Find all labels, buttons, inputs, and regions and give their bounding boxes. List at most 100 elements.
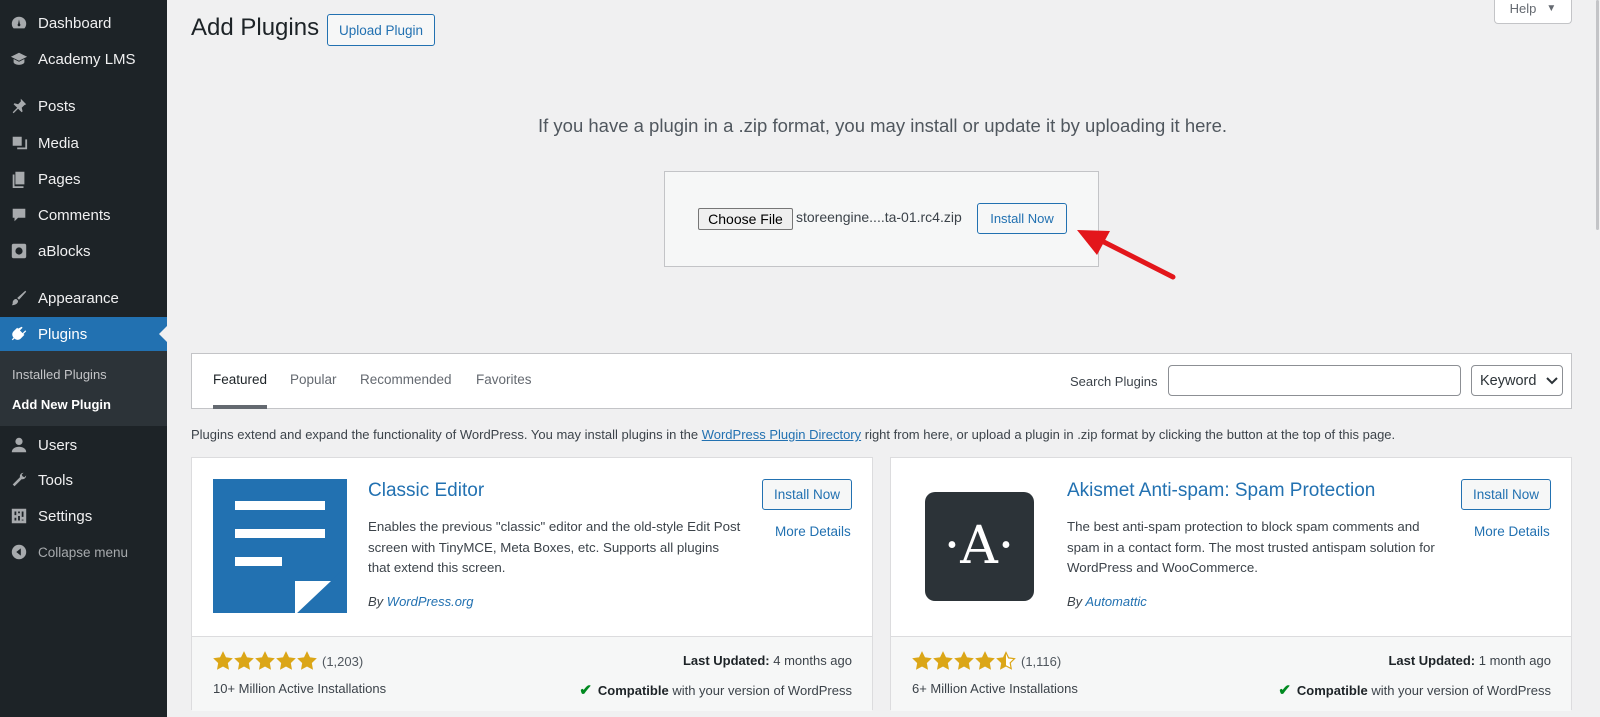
submenu-add-new-plugin[interactable]: Add New Plugin xyxy=(12,397,111,412)
star-full-icon xyxy=(234,651,254,670)
active-installs: 6+ Million Active Installations xyxy=(912,681,1078,696)
compatible-text: with your version of WordPress xyxy=(1367,682,1551,698)
plugin-card-akismet: ·A· Akismet Anti-spam: Spam Protection T… xyxy=(890,457,1572,711)
compatibility: ✔ Compatible with your version of WordPre… xyxy=(579,681,852,699)
user-icon xyxy=(9,435,29,455)
comment-icon xyxy=(9,205,29,225)
star-full-icon xyxy=(297,651,317,670)
classic-editor-logo xyxy=(213,479,347,613)
star-half-icon xyxy=(996,651,1016,670)
page-title: Add Plugins xyxy=(191,14,320,41)
checkmark-icon: ✔ xyxy=(1278,682,1291,699)
menu-dashboard[interactable]: Dashboard xyxy=(0,6,167,40)
star-rating: (1,116) xyxy=(912,651,1061,671)
install-now-button[interactable]: Install Now xyxy=(977,203,1067,234)
menu-label: Users xyxy=(38,436,78,454)
submenu-installed-plugins[interactable]: Installed Plugins xyxy=(12,367,107,382)
menu-label: Collapse menu xyxy=(38,544,129,560)
menu-comments[interactable]: Comments xyxy=(0,198,167,232)
plugin-card-footer: (1,116) 6+ Million Active Installations … xyxy=(891,636,1571,711)
tab-favorites[interactable]: Favorites xyxy=(476,372,532,387)
menu-ablocks[interactable]: aBlocks xyxy=(0,234,167,268)
upload-form: Choose File storeengine....ta-01.rc4.zip… xyxy=(664,171,1099,267)
active-installs: 10+ Million Active Installations xyxy=(213,681,387,696)
star-full-icon xyxy=(933,651,953,670)
scrollbar-thumb[interactable] xyxy=(1596,0,1599,230)
help-label: Help xyxy=(1509,1,1537,16)
star-full-icon xyxy=(213,651,233,670)
menu-label: Media xyxy=(38,134,79,152)
install-now-button[interactable]: Install Now xyxy=(1461,479,1551,510)
akismet-logo-text: ·A· xyxy=(924,491,1034,601)
search-type-select[interactable]: Keyword xyxy=(1471,365,1563,396)
menu-label: Pages xyxy=(38,170,81,188)
upload-instructions: If you have a plugin in a .zip format, y… xyxy=(537,115,1227,136)
settings-icon xyxy=(9,506,29,526)
plugin-card-classic-editor: Classic Editor Enables the previous "cla… xyxy=(191,457,873,711)
last-updated-label: Last Updated: xyxy=(682,653,770,668)
pages-icon xyxy=(9,169,29,189)
menu-settings[interactable]: Settings xyxy=(0,499,167,533)
compatible-text: with your version of WordPress xyxy=(668,682,852,698)
plugin-author: By Automattic xyxy=(1067,594,1147,609)
star-full-icon xyxy=(912,651,932,670)
menu-collapse[interactable]: Collapse menu xyxy=(0,535,167,569)
collapse-icon xyxy=(9,542,29,562)
menu-appearance[interactable]: Appearance xyxy=(0,281,167,315)
compatible-label: Compatible xyxy=(1296,682,1368,698)
more-details-link[interactable]: More Details xyxy=(1474,524,1550,539)
rating-count: (1,203) xyxy=(322,653,364,669)
star-full-icon xyxy=(954,651,974,670)
search-plugins-input[interactable] xyxy=(1168,365,1461,396)
more-details-link[interactable]: More Details xyxy=(775,524,851,539)
choose-file-button[interactable]: Choose File xyxy=(698,208,793,230)
admin-sidebar: Dashboard Academy LMS Posts Media Pages … xyxy=(0,0,167,717)
pin-icon xyxy=(9,96,29,116)
tab-popular[interactable]: Popular xyxy=(290,372,337,387)
plugin-description: The best anti-spam protection to block s… xyxy=(1067,519,1435,575)
author-link[interactable]: Automattic xyxy=(1085,594,1146,609)
star-full-icon xyxy=(975,651,995,670)
rating-count: (1,116) xyxy=(1021,653,1062,669)
menu-label: Appearance xyxy=(38,289,119,307)
upload-plugin-button[interactable]: Upload Plugin xyxy=(327,14,435,46)
author-link[interactable]: WordPress.org xyxy=(387,594,474,609)
wrench-icon xyxy=(9,470,29,490)
plugin-card-footer: (1,203) 10+ Million Active Installations… xyxy=(192,636,872,711)
ablocks-icon xyxy=(9,241,29,261)
plugin-name-link[interactable]: Akismet Anti-spam: Spam Protection xyxy=(1067,480,1375,502)
plugin-name-link[interactable]: Classic Editor xyxy=(368,480,484,502)
menu-academy-lms[interactable]: Academy LMS xyxy=(0,42,167,76)
plugin-filter-bar: Featured Popular Recommended Favorites S… xyxy=(191,353,1572,409)
last-updated-label: Last Updated: xyxy=(1388,653,1476,668)
plugins-submenu: Installed Plugins Add New Plugin xyxy=(0,351,167,426)
search-label: Search Plugins xyxy=(1070,374,1158,389)
last-updated-value: 1 month ago xyxy=(1475,653,1551,668)
intro-text: Plugins extend and expand the functional… xyxy=(191,427,1395,442)
intro-after: right from here, or upload a plugin in .… xyxy=(861,427,1396,442)
compatibility: ✔ Compatible with your version of WordPre… xyxy=(1278,681,1551,699)
tab-recommended[interactable]: Recommended xyxy=(360,372,452,387)
plugin-author: By WordPress.org xyxy=(368,594,474,609)
menu-pages[interactable]: Pages xyxy=(0,162,167,196)
menu-plugins[interactable]: Plugins xyxy=(0,317,167,351)
help-button[interactable]: Help ▼ xyxy=(1494,0,1572,24)
select-value: Keyword xyxy=(1480,372,1537,389)
active-tab-indicator xyxy=(213,405,267,409)
menu-tools[interactable]: Tools xyxy=(0,463,167,497)
intro-before: Plugins extend and expand the functional… xyxy=(191,427,702,442)
plugin-icon xyxy=(9,324,29,344)
last-updated: Last Updated: 4 months ago xyxy=(683,653,852,668)
tab-featured[interactable]: Featured xyxy=(213,372,267,387)
plugin-directory-link[interactable]: WordPress Plugin Directory xyxy=(702,427,861,442)
last-updated-value: 4 months ago xyxy=(769,653,852,668)
menu-users[interactable]: Users xyxy=(0,428,167,462)
install-now-button[interactable]: Install Now xyxy=(762,479,852,510)
plugin-description: Enables the previous "classic" editor an… xyxy=(368,519,741,575)
caret-down-icon: ▼ xyxy=(1546,3,1557,14)
by-label: By xyxy=(368,594,387,609)
menu-label: Comments xyxy=(38,206,111,224)
selected-file-name: storeengine....ta-01.rc4.zip xyxy=(796,209,962,225)
menu-label: Settings xyxy=(38,507,93,525)
menu-label: Posts xyxy=(38,97,76,115)
